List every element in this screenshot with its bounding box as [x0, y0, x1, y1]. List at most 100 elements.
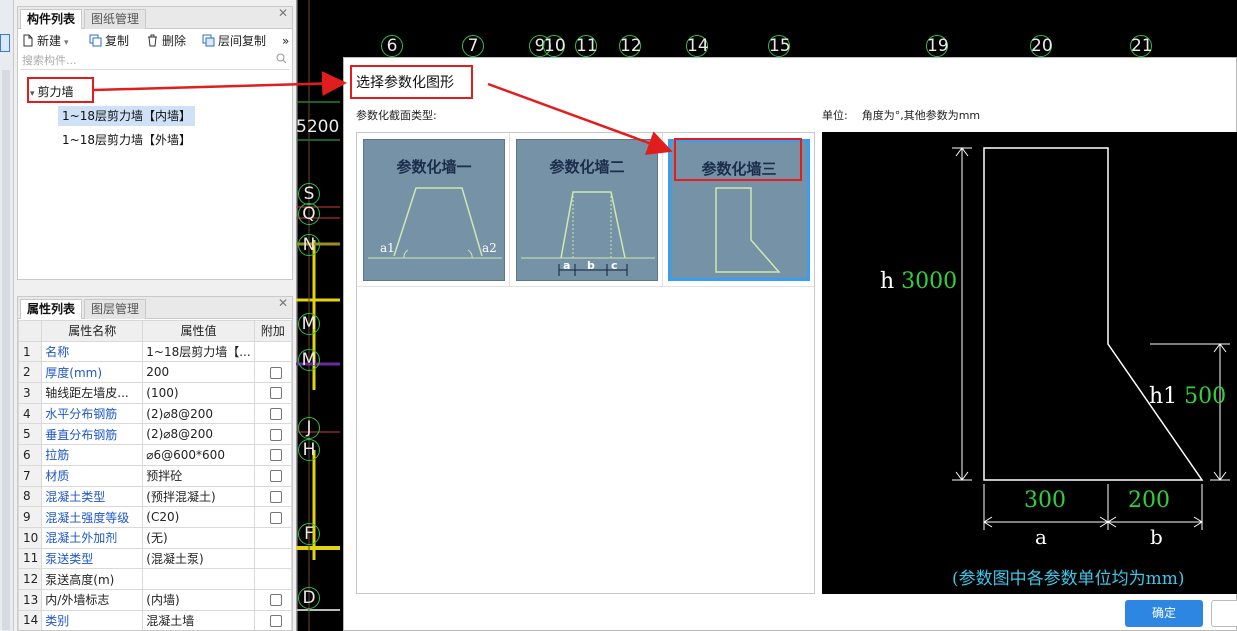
new-file-icon	[21, 34, 34, 47]
prop-extra-cell[interactable]	[253, 588, 292, 611]
attach-checkbox[interactable]	[269, 366, 282, 379]
new-button[interactable]: 新建 ▾	[21, 33, 69, 49]
prop-name: 混凝土强度等级	[41, 506, 144, 528]
more-button[interactable]: »	[282, 33, 289, 49]
prop-extra-cell[interactable]	[253, 340, 292, 363]
prop-value[interactable]: (预拌混凝土)	[142, 485, 255, 508]
table-row[interactable]: 8 混凝土类型 (预拌混凝土)	[18, 485, 292, 508]
row-number: 10	[18, 526, 43, 549]
prop-value[interactable]: (100)	[142, 382, 255, 404]
attach-checkbox[interactable]	[269, 387, 282, 400]
prop-name: 混凝土外加剂	[41, 526, 144, 549]
h1-label: h1	[1149, 384, 1178, 409]
prop-value[interactable]: 200	[142, 361, 255, 384]
table-row[interactable]: 5 垂直分布钢筋 (2)⌀8@200	[18, 423, 292, 446]
axis-bubble-col: 14	[686, 35, 709, 57]
dock-toggle-icon[interactable]	[0, 34, 10, 52]
prop-name: 厚度(mm)	[41, 361, 144, 384]
delete-button[interactable]: 删除	[146, 33, 186, 49]
table-row[interactable]: 2 厚度(mm) 200	[18, 361, 292, 384]
component-tabbar: 构件列表 图纸管理 ✕	[18, 6, 292, 29]
tab-property-list[interactable]: 属性列表	[20, 299, 83, 319]
b-label: b	[1150, 525, 1163, 549]
prop-value[interactable]: (无)	[142, 526, 255, 549]
attach-checkbox[interactable]	[269, 449, 282, 462]
cancel-button[interactable]	[1211, 600, 1237, 627]
prop-value[interactable]: (C20)	[142, 506, 255, 528]
tree-item-outer-wall[interactable]: 1~18层剪力墙【外墙】	[58, 130, 195, 150]
prop-extra-cell[interactable]	[253, 485, 292, 508]
attach-checkbox[interactable]	[269, 490, 282, 503]
attach-checkbox[interactable]	[269, 511, 282, 524]
axis-bubble-row: M	[298, 313, 320, 335]
axis-bubble-row: H	[298, 439, 320, 461]
prop-value[interactable]: (2)⌀8@200	[142, 402, 255, 425]
prop-value[interactable]	[142, 568, 255, 590]
h-dimension: h 3000	[880, 269, 957, 294]
prop-extra-cell[interactable]	[253, 568, 292, 590]
table-row[interactable]: 3 轴线距左墙皮... (100)	[18, 382, 292, 404]
prop-extra-cell[interactable]	[253, 609, 292, 630]
prop-extra-cell[interactable]	[253, 526, 292, 549]
tree-item-inner-wall[interactable]: 1~18层剪力墙【内墙】	[58, 106, 195, 126]
table-row[interactable]: 7 材质 预拌砼	[18, 464, 292, 487]
table-row[interactable]: 4 水平分布钢筋 (2)⌀8@200	[18, 402, 292, 425]
table-row[interactable]: 11 泵送类型 (混凝土泵)	[18, 547, 292, 570]
prop-value[interactable]: (内墙)	[142, 588, 255, 611]
attach-checkbox[interactable]	[269, 594, 282, 607]
thumbnail-grid: 参数化墙一 a1 a2 参数化墙二 a b c 参数化墙三	[356, 132, 815, 594]
prop-extra-cell[interactable]	[253, 506, 292, 528]
table-row[interactable]: 10 混凝土外加剂 (无)	[18, 526, 292, 549]
tab-layer-manage[interactable]: 图层管理	[84, 299, 147, 319]
table-row[interactable]: 6 拉筋 ⌀6@600*600	[18, 444, 292, 466]
prop-extra-cell[interactable]	[253, 547, 292, 570]
prop-value[interactable]: ⌀6@600*600	[142, 444, 255, 466]
prop-extra-cell[interactable]	[253, 361, 292, 384]
prop-extra-cell[interactable]	[253, 464, 292, 487]
prop-value[interactable]: (混凝土泵)	[142, 547, 255, 570]
table-row[interactable]: 9 混凝土强度等级 (C20)	[18, 506, 292, 528]
thumb-param-wall-1[interactable]: 参数化墙一 a1 a2	[363, 139, 505, 281]
prop-extra-cell[interactable]	[253, 423, 292, 446]
ok-button[interactable]: 确定	[1125, 600, 1203, 627]
close-icon[interactable]: ✕	[278, 297, 288, 310]
axis-bubble-col: 7	[462, 35, 484, 57]
tab-drawing-manage[interactable]: 图纸管理	[84, 9, 147, 29]
prop-value[interactable]: 预拌砼	[142, 464, 255, 487]
unit-label: 单位: 角度为°,其他参数为mm	[822, 107, 980, 123]
close-icon[interactable]: ✕	[278, 6, 288, 20]
thumb-param-wall-2[interactable]: 参数化墙二 a b c	[516, 139, 658, 281]
prop-value[interactable]: 混凝土墙	[142, 609, 255, 630]
copy-button[interactable]: 复制	[89, 33, 129, 49]
left-scrollbar[interactable]	[2, 70, 10, 630]
attach-checkbox[interactable]	[269, 408, 282, 421]
floor-copy-button[interactable]: 层间复制	[202, 33, 266, 49]
table-row[interactable]: 14 类别 混凝土墙	[18, 609, 292, 630]
prop-value[interactable]: (2)⌀8@200	[142, 423, 255, 446]
prop-value[interactable]: 1~18层剪力墙【...	[142, 340, 255, 363]
row-number: 8	[18, 485, 43, 508]
search-icon[interactable]	[276, 52, 287, 70]
label-a2: a2	[482, 241, 497, 255]
attach-checkbox[interactable]	[269, 614, 282, 627]
axis-bubble-row: N	[298, 234, 320, 256]
tab-component-list[interactable]: 构件列表	[20, 9, 83, 29]
attach-checkbox[interactable]	[269, 470, 282, 483]
prop-name: 内/外墙标志	[41, 588, 144, 611]
rownum-header	[18, 320, 43, 342]
table-row[interactable]: 12 泵送高度(m)	[18, 568, 292, 590]
axis-bubble-row: M	[298, 349, 320, 371]
unit-key: 单位:	[822, 109, 848, 122]
table-row[interactable]: 13 内/外墙标志 (内墙)	[18, 588, 292, 611]
prop-extra-cell[interactable]	[253, 402, 292, 425]
prop-extra-cell[interactable]	[253, 382, 292, 404]
axis-bubble-col: 15	[768, 35, 791, 57]
table-row[interactable]: 1 名称 1~18层剪力墙【...	[18, 340, 292, 363]
h-label: h	[880, 269, 895, 294]
h-value: 3000	[901, 269, 958, 294]
h1-dimension: h1 500	[1149, 384, 1226, 409]
prop-extra-cell[interactable]	[253, 444, 292, 466]
prop-name-header: 属性名称	[41, 320, 144, 342]
attach-checkbox[interactable]	[269, 428, 282, 441]
search-input[interactable]: 搜索构件...	[20, 52, 290, 70]
